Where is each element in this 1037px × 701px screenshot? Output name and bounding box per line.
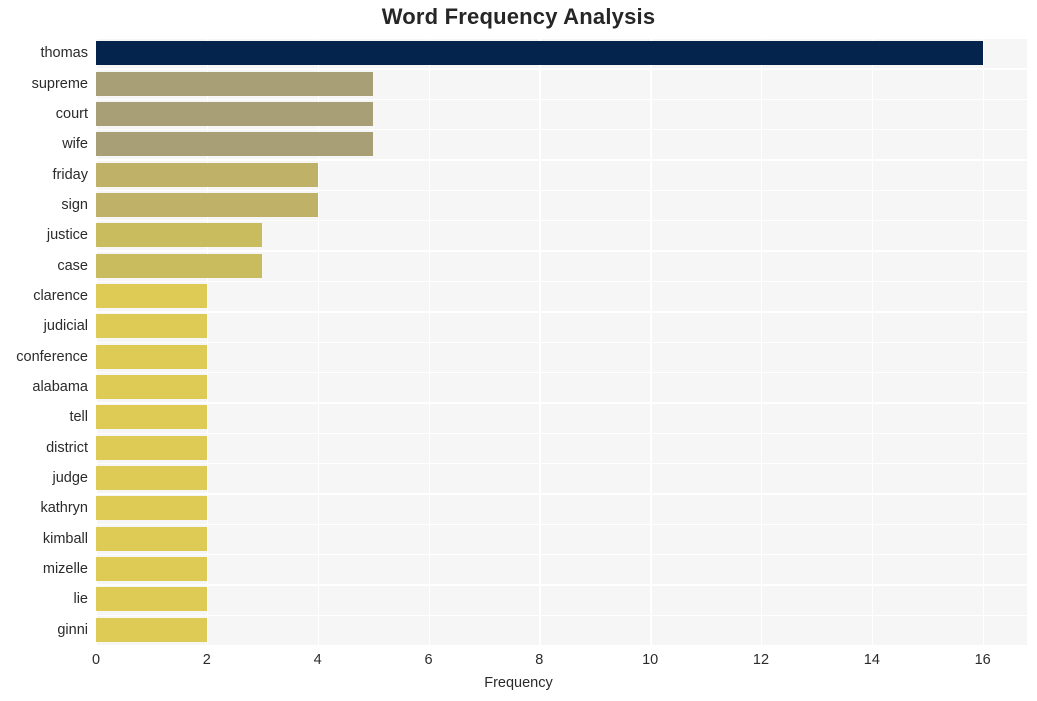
gridline-horizontal (96, 220, 1027, 222)
gridline-horizontal (96, 280, 1027, 283)
gridline-horizontal (96, 493, 1027, 495)
gridline-horizontal (96, 614, 1027, 617)
gridline-horizontal (96, 159, 1027, 161)
bar (96, 71, 374, 96)
bar (96, 192, 318, 217)
y-axis-label: alabama (32, 379, 88, 396)
gridline-horizontal (96, 553, 1027, 556)
gridline-horizontal (96, 189, 1027, 192)
bar (96, 496, 207, 521)
x-axis-tick-label: 8 (535, 652, 544, 668)
gridline-horizontal (96, 38, 1027, 40)
y-axis-label: kimball (42, 530, 88, 547)
y-axis-label: thomas (40, 45, 88, 62)
bar (96, 375, 207, 400)
y-axis-label: judicial (43, 318, 88, 335)
bar (96, 405, 207, 430)
gridline-horizontal (96, 341, 1027, 343)
plot-area (96, 38, 1027, 647)
y-axis-label: tell (69, 409, 88, 426)
bar (96, 283, 207, 308)
x-axis-tick-label: 6 (424, 652, 433, 668)
gridline-horizontal (96, 68, 1027, 70)
y-axis-label: case (57, 257, 88, 274)
gridline-horizontal (96, 250, 1027, 252)
y-axis-label: judge (52, 470, 88, 487)
gridline-horizontal (96, 523, 1027, 525)
x-axis-tick-label: 4 (313, 652, 322, 668)
bar (96, 344, 207, 369)
bar (96, 557, 207, 582)
gridline-horizontal (96, 584, 1027, 586)
bar (96, 587, 207, 612)
y-axis-label: lie (73, 591, 88, 608)
y-axis-label: clarence (33, 287, 88, 304)
y-axis-label: district (46, 439, 88, 456)
gridline-horizontal (96, 432, 1027, 434)
y-axis-label: ginni (57, 621, 88, 638)
y-axis-label: wife (62, 136, 88, 153)
gridline-horizontal (96, 371, 1027, 374)
y-axis-label: justice (46, 227, 88, 244)
bar (96, 466, 207, 491)
bar (96, 435, 207, 460)
gridline-horizontal (96, 129, 1027, 131)
x-axis-tick-label: 2 (202, 652, 211, 668)
gridline-horizontal (96, 462, 1027, 465)
bar (96, 132, 374, 157)
x-axis-title: Frequency (484, 675, 553, 691)
bar (96, 223, 263, 248)
y-axis-label: sign (61, 196, 88, 213)
gridline-horizontal (96, 98, 1027, 101)
y-axis-label: friday (52, 166, 88, 183)
bar (96, 526, 207, 551)
bar (96, 314, 207, 339)
bar (96, 41, 983, 66)
x-axis-tick-label: 16 (974, 652, 991, 668)
y-axis-label: supreme (31, 75, 88, 92)
bar (96, 101, 374, 126)
gridline-horizontal (96, 645, 1027, 647)
y-axis-label: court (55, 105, 88, 122)
bar (96, 162, 318, 187)
y-axis-label: kathryn (40, 500, 88, 517)
y-axis-category-labels: thomas supreme court wife friday sign justice c… (0, 0, 88, 701)
y-axis-label: mizelle (42, 561, 88, 578)
x-axis-tick-label: 0 (91, 652, 101, 668)
bar (96, 253, 263, 278)
chart-title: Word Frequency Analysis (381, 4, 656, 29)
gridline-horizontal (96, 311, 1027, 313)
bar (96, 617, 207, 642)
x-axis-tick-label: 12 (752, 652, 770, 668)
y-axis-label: conference (16, 348, 88, 365)
gridline-horizontal (96, 402, 1027, 404)
word-frequency-chart-figure: Word Frequency Analysis thomas supreme cou… (0, 0, 1037, 701)
x-axis-tick-label: 10 (642, 652, 659, 668)
x-axis-tick-label: 14 (863, 652, 880, 668)
